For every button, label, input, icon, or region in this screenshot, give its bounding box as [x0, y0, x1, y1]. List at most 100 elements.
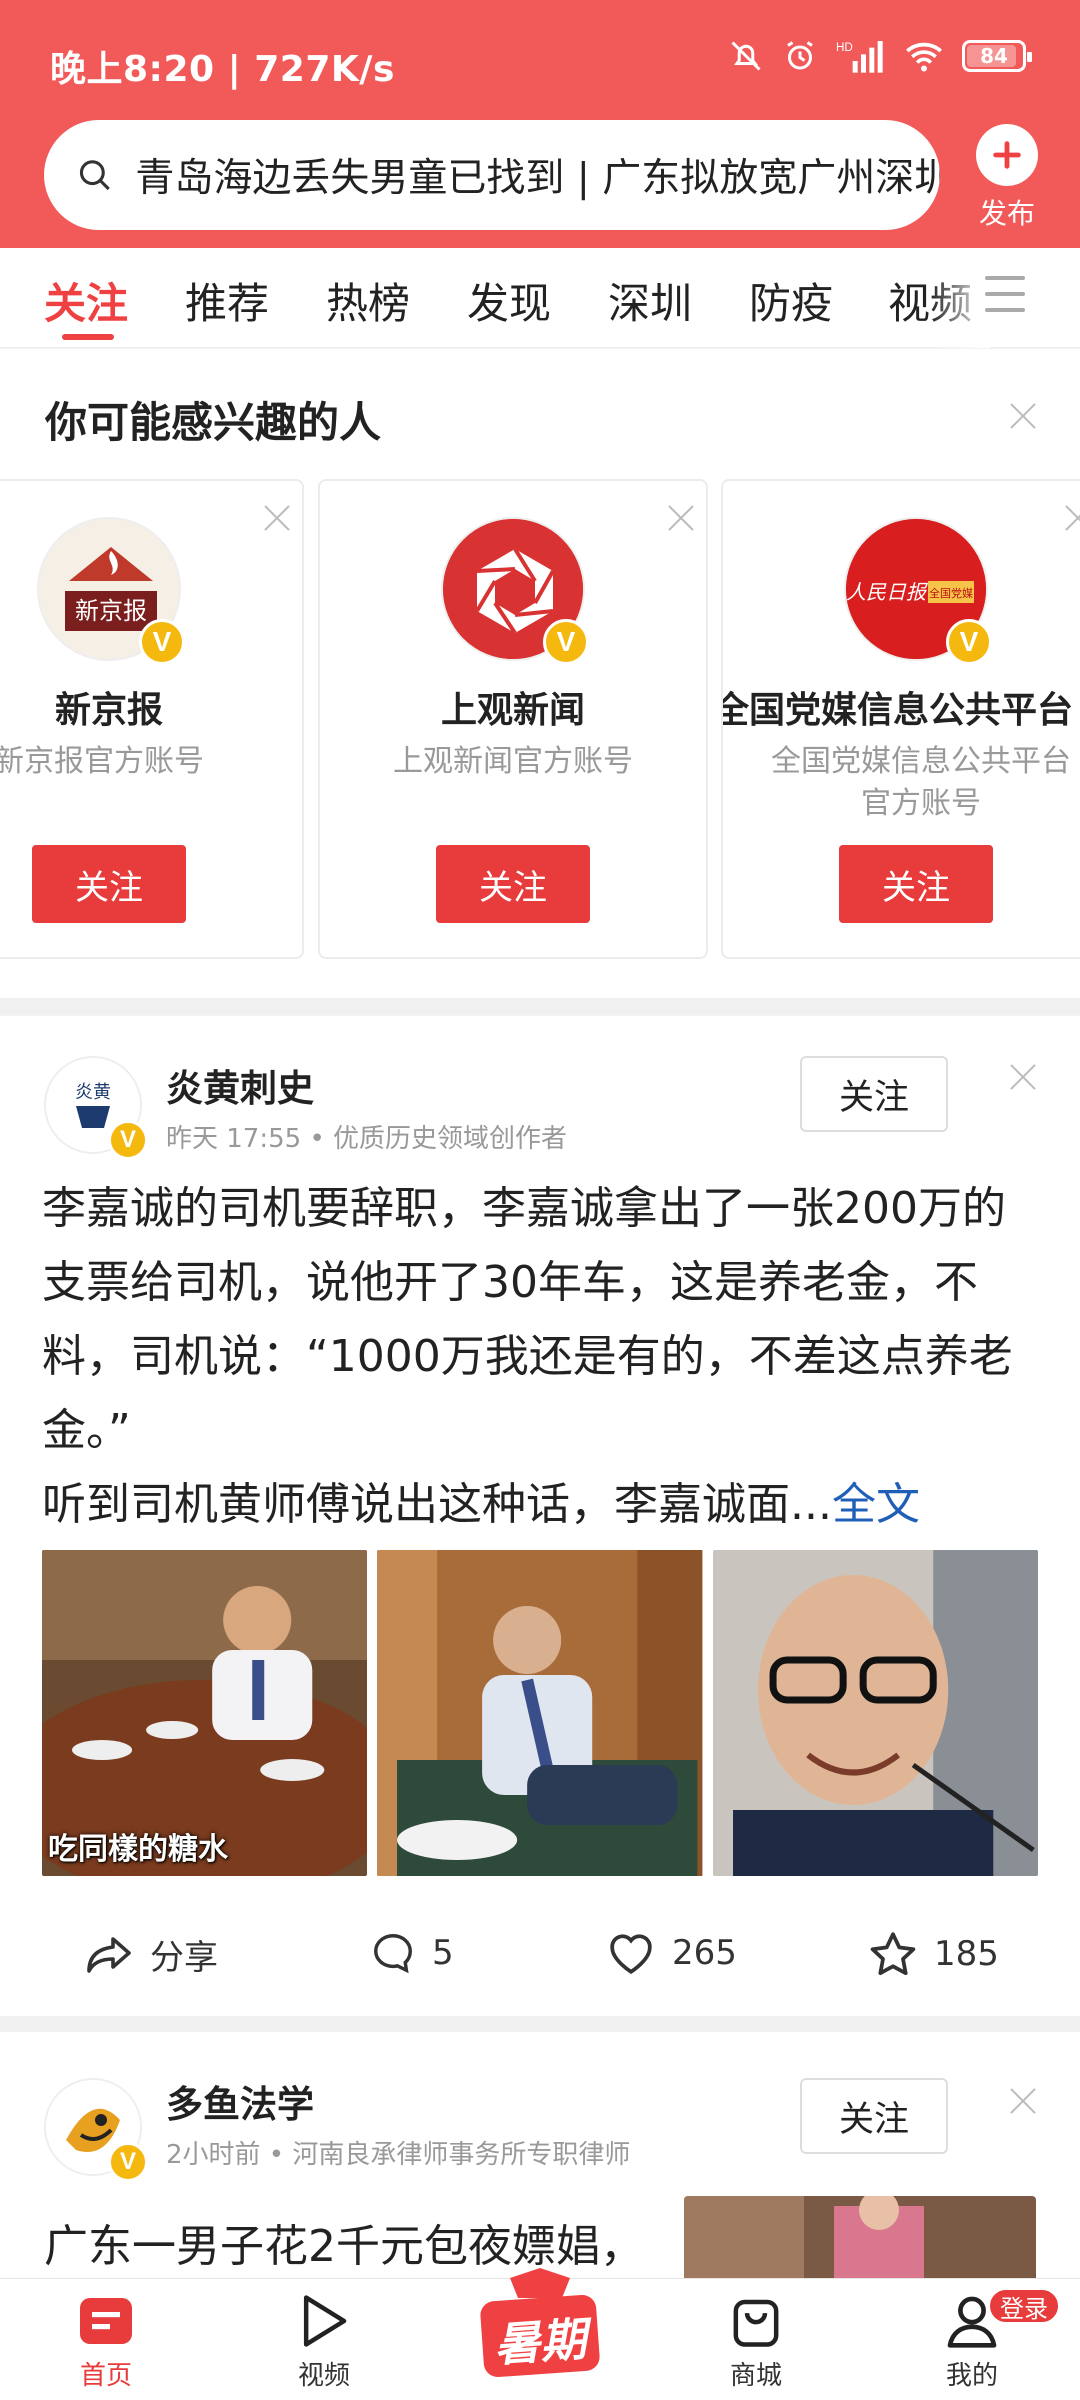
- play-icon: [294, 2291, 354, 2351]
- comment-icon: [374, 1934, 412, 1974]
- svg-text:新京报: 新京报: [75, 597, 147, 625]
- avatar: V: [441, 517, 589, 665]
- status-time: 晚上8:20 | 727K/s: [50, 49, 395, 90]
- active-tab-indicator: [62, 334, 114, 340]
- like-button[interactable]: 265: [606, 1930, 737, 1976]
- card-name: 新京报: [54, 690, 163, 731]
- author-name[interactable]: 炎黄刺史: [166, 1058, 314, 1112]
- nav-mall[interactable]: 商城: [696, 2291, 816, 2392]
- dismiss-post-icon[interactable]: [1008, 1062, 1038, 1092]
- verified-badge-icon: V: [108, 2142, 148, 2182]
- divider: [0, 2016, 1080, 2032]
- channel-menu-icon[interactable]: [985, 276, 1025, 316]
- nav-home[interactable]: 首页: [46, 2291, 166, 2392]
- post-actions: 分享 5 265 185: [0, 1916, 1080, 1996]
- publish-button[interactable]: 发布: [972, 124, 1042, 232]
- suggest-card[interactable]: 人民日报 全国党媒 V 全国党媒信息公共平台 全国党媒信息公共平台官方账号 关注: [721, 479, 1080, 959]
- smiling-man-image: [712, 1550, 1038, 1876]
- card-desc: 上观新闻官方账号: [393, 744, 633, 779]
- card-desc: 新京报官方账号: [0, 744, 204, 779]
- like-count: 265: [672, 1933, 737, 1973]
- follow-button[interactable]: 关注: [839, 845, 993, 923]
- signal-icon: HD: [836, 41, 883, 73]
- post-text[interactable]: 李嘉诚的司机要辞职，李嘉诚拿出了一张200万的支票给司机，说他开了30年车，这是…: [42, 1172, 1042, 1542]
- suggest-card[interactable]: V 上观新闻 上观新闻官方账号 关注: [318, 479, 708, 959]
- author-avatar[interactable]: 炎黄 V: [44, 1056, 148, 1160]
- verified-badge-icon: V: [139, 619, 185, 665]
- seated-man-image: [377, 1550, 703, 1876]
- tab-epidemic[interactable]: 防疫: [749, 270, 833, 331]
- feed-post[interactable]: 炎黄 V 炎黄刺史 昨天 17:55 • 优质历史领域创作者 关注 李嘉诚的司机…: [0, 1016, 1080, 2016]
- summer-promo-label: 暑期: [492, 2311, 588, 2373]
- verified-badge-icon: V: [108, 1120, 148, 1160]
- share-icon: [87, 1936, 131, 1973]
- search-icon: [79, 160, 110, 191]
- divider: [0, 998, 1080, 1014]
- alarm-icon: [787, 41, 813, 70]
- wifi-icon: [906, 42, 942, 72]
- suggest-card[interactable]: 新京报 V 新京报 新京报官方账号 关注: [0, 479, 304, 959]
- post-thumbnail[interactable]: [684, 2196, 1036, 2278]
- follow-button[interactable]: 关注: [32, 845, 186, 923]
- battery-icon: 84: [962, 40, 1032, 72]
- svg-text:炎黄: 炎黄: [75, 1082, 111, 1103]
- avatar: 人民日报 全国党媒 V: [844, 517, 992, 665]
- nav-me-label: 我的: [945, 2361, 998, 2391]
- nav-video-label: 视频: [297, 2361, 350, 2391]
- status-icons: HD 84: [728, 38, 1032, 74]
- author-name[interactable]: 多鱼法学: [166, 2074, 314, 2128]
- verified-badge-icon: V: [543, 619, 589, 665]
- tab-shenzhen[interactable]: 深圳: [608, 270, 692, 331]
- post-image[interactable]: 吃同樣的糖水: [42, 1550, 368, 1876]
- tab-discover[interactable]: 发现: [467, 270, 551, 331]
- favorite-count: 185: [934, 1934, 999, 1974]
- post-meta: 昨天 17:55 • 优质历史领域创作者: [166, 1124, 568, 1154]
- shopping-bag-icon: [726, 2291, 786, 2351]
- read-more-link[interactable]: 全文: [832, 1479, 920, 1530]
- summer-promo-button[interactable]: 暑期: [470, 2268, 610, 2388]
- thumbnail-image: [684, 2196, 1036, 2278]
- avatar: 新京报 V: [37, 517, 185, 665]
- star-icon: [870, 1932, 916, 1976]
- author-avatar[interactable]: V: [44, 2078, 148, 2182]
- follow-button[interactable]: 关注: [436, 845, 590, 923]
- tab-hot-list[interactable]: 热榜: [326, 270, 410, 331]
- search-bar[interactable]: 青岛海边丢失男童已找到 | 广东拟放宽广州深圳: [44, 120, 940, 230]
- heart-icon: [610, 1934, 652, 1974]
- tab-recommend[interactable]: 推荐: [185, 270, 269, 331]
- feed-post[interactable]: V 多鱼法学 2小时前 • 河南良承律师事务所专职律师 关注 广东一男子花2千元…: [0, 2032, 1080, 2278]
- dismiss-post-icon[interactable]: [1008, 2086, 1038, 2116]
- follow-button[interactable]: 关注: [800, 2078, 948, 2154]
- follow-button[interactable]: 关注: [800, 1056, 948, 1132]
- mute-bell-icon: [731, 41, 761, 71]
- share-button[interactable]: 分享: [84, 1930, 218, 1979]
- battery-level: 84: [980, 44, 1008, 68]
- card-desc: 全国党媒信息公共平台官方账号: [771, 744, 1071, 821]
- top-header: 晚上8:20 | 727K/s HD 84 青岛海边丢失男童已找到 | 广东拟放…: [0, 0, 1080, 248]
- close-section-icon[interactable]: [1008, 401, 1038, 431]
- card-name: 全国党媒信息公共平台: [721, 690, 1074, 731]
- favorite-button[interactable]: 185: [868, 1930, 999, 1978]
- post-image-grid: 吃同樣的糖水: [42, 1550, 1038, 1876]
- close-icon[interactable]: [666, 503, 690, 527]
- nav-video[interactable]: 视频: [264, 2291, 384, 2392]
- card-name: 上观新闻: [440, 690, 585, 731]
- close-icon[interactable]: [262, 503, 286, 527]
- post-image[interactable]: [377, 1550, 703, 1876]
- login-badge[interactable]: 登录: [988, 2288, 1060, 2324]
- publish-label: 发布: [978, 197, 1035, 230]
- svg-text:人民日报: 人民日报: [846, 580, 928, 604]
- section-title: 你可能感兴趣的人: [45, 398, 382, 447]
- comment-button[interactable]: 5: [370, 1930, 454, 1976]
- verified-badge-icon: V: [946, 619, 992, 665]
- post-body-text: 李嘉诚的司机要辞职，李嘉诚拿出了一张200万的支票给司机，说他开了30年车，这是…: [42, 1183, 1013, 1456]
- close-icon[interactable]: [1063, 503, 1080, 527]
- image-caption: 吃同樣的糖水: [48, 1832, 228, 1867]
- post-meta: 2小时前 • 河南良承律师事务所专职律师: [166, 2140, 631, 2170]
- comment-count: 5: [432, 1933, 454, 1973]
- svg-text:HD: HD: [836, 41, 853, 54]
- tab-follow[interactable]: 关注: [44, 270, 128, 331]
- channel-tabs: 关注 推荐 热榜 发现 深圳 防疫 视频: [0, 248, 1080, 348]
- suggested-people-section: 你可能感兴趣的人 新京报 V 新京报 新京报官方账号 关注 V 上观新闻 上观新…: [0, 349, 1080, 998]
- post-image[interactable]: [712, 1550, 1038, 1876]
